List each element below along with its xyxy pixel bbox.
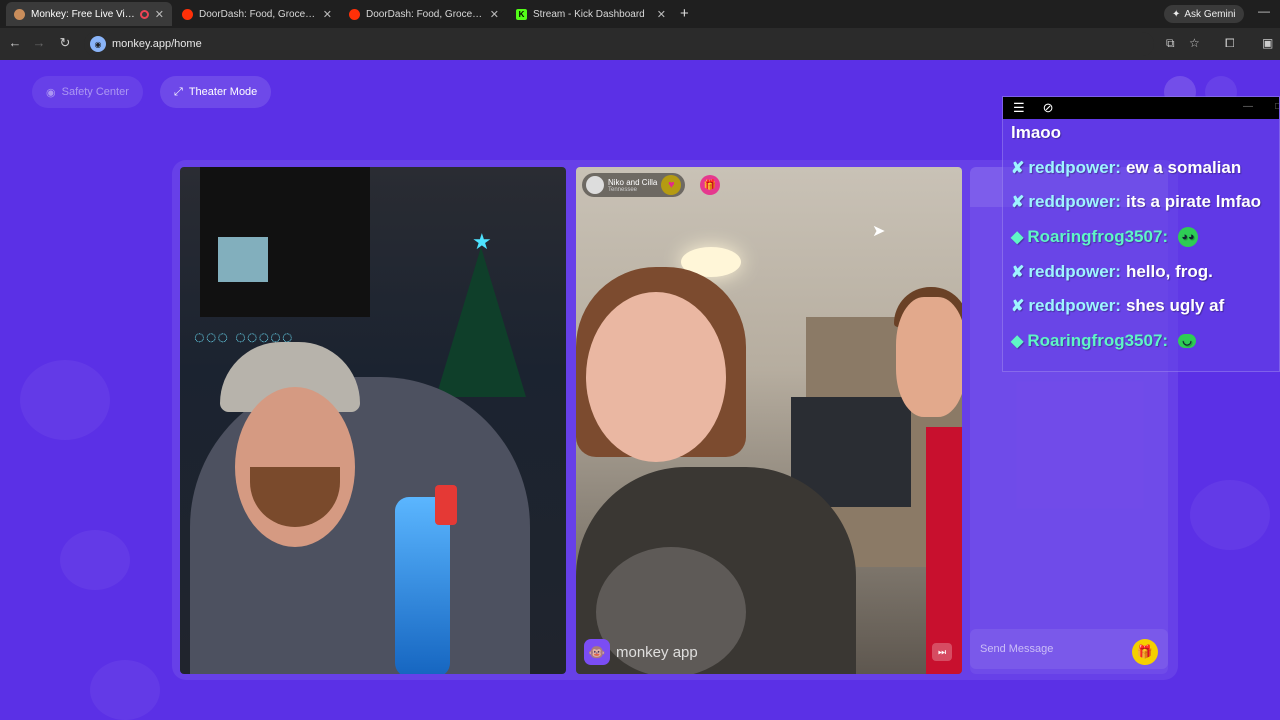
self-video: ◌◌◌ ◌◌◌◌◌ ★	[180, 167, 566, 674]
new-tab-button[interactable]: +	[680, 5, 689, 22]
send-gift-icon[interactable]: 🎁	[1132, 639, 1158, 665]
second-person-shirt	[926, 427, 962, 674]
sword-badge-icon: ✘	[1011, 298, 1025, 315]
watermark-text: monkey app	[616, 643, 698, 661]
sword-badge-icon: ✘	[1011, 264, 1025, 281]
message-username[interactable]: reddpower:	[1028, 158, 1121, 178]
tab-title: Stream - Kick Dashboard	[533, 8, 645, 20]
recording-icon	[139, 9, 149, 19]
theater-mode-button[interactable]: ⤢ Theater Mode	[160, 76, 272, 108]
menu-icon[interactable]: ☰	[1013, 100, 1025, 116]
partner-text: Niko and Cilla Tennessee	[608, 178, 657, 193]
doordash-favicon-icon	[182, 8, 193, 20]
forward-icon[interactable]: →	[30, 35, 48, 50]
heart-icon[interactable]: ♥	[661, 175, 682, 195]
gift-icon[interactable]: 🎁	[700, 175, 720, 195]
message-username[interactable]: reddpower:	[1028, 192, 1121, 212]
monkey-favicon-icon	[14, 8, 25, 20]
chat-message: ✘ reddpower: shes ugly af	[1011, 296, 1224, 316]
monkey-logo-icon: 🐵	[584, 639, 610, 665]
safety-center-label: Safety Center	[61, 86, 129, 98]
chat-message: lmaoo	[1011, 123, 1061, 143]
close-tab-icon[interactable]: ✕	[323, 8, 332, 21]
message-username[interactable]: reddpower:	[1028, 296, 1121, 316]
bookmark-star-icon[interactable]: ☆	[1189, 36, 1200, 50]
tab-doordash-1[interactable]: DoorDash: Food, Grocery and F ✕	[174, 2, 340, 26]
message-username[interactable]: Roaringfrog3507:	[1027, 331, 1168, 351]
background-blob	[90, 660, 160, 720]
chat-message: ◆ Roaringfrog3507: ◡	[1011, 331, 1197, 351]
close-tab-icon[interactable]: ✕	[490, 8, 499, 21]
message-text: lmaoo	[1011, 123, 1062, 142]
ask-gemini-button[interactable]: ✦ Ask Gemini	[1164, 5, 1244, 23]
partner-face	[586, 292, 726, 462]
tab-kick[interactable]: K Stream - Kick Dashboard ✕	[508, 2, 674, 26]
message-text: shes ugly af	[1125, 296, 1225, 315]
install-app-icon[interactable]: ⧉	[1166, 36, 1175, 51]
tab-monkey[interactable]: Monkey: Free Live Video Ch ✕	[6, 2, 172, 26]
overlay-title-bar: ☰ ⊘	[1003, 97, 1279, 119]
minimize-window-icon[interactable]: —	[1258, 4, 1270, 18]
reload-icon[interactable]: ↻	[56, 35, 74, 51]
partner-info-badge[interactable]: Niko and Cilla Tennessee ♥	[582, 173, 686, 197]
ask-gemini-label: Ask Gemini	[1184, 8, 1236, 20]
browser-toolbar: ← → ↻ ◉ monkey.app/home ⧉ ☆ ⧠ ▣	[0, 28, 1280, 60]
diamond-badge-icon: ◆	[1011, 333, 1024, 350]
tab-title: Monkey: Free Live Video Ch	[31, 8, 136, 20]
sword-badge-icon: ✘	[1011, 194, 1025, 211]
message-text: ew a somalian	[1125, 158, 1242, 177]
chat-message: ◆ Roaringfrog3507: ◕◕	[1011, 227, 1199, 247]
sword-badge-icon: ✘	[1011, 160, 1025, 177]
message-username[interactable]: Roaringfrog3507:	[1027, 227, 1168, 247]
tab-title: DoorDash: Food, Grocery and F	[366, 8, 484, 20]
expand-icon: ⤢	[174, 85, 183, 98]
hide-icon[interactable]: ⊘	[1043, 100, 1054, 116]
address-bar[interactable]: ◉ monkey.app/home	[84, 32, 1154, 56]
background-blob	[20, 360, 110, 440]
doordash-favicon-icon	[349, 8, 360, 20]
diamond-badge-icon: ◆	[1011, 229, 1024, 246]
background-blob	[1190, 480, 1270, 550]
monkey-watermark: 🐵 monkey app	[584, 639, 698, 665]
message-text: hello, frog.	[1125, 262, 1213, 281]
side-panel-icon[interactable]: ▣	[1262, 36, 1273, 50]
tab-strip: Monkey: Free Live Video Ch ✕ DoorDash: F…	[0, 0, 1280, 28]
back-icon[interactable]: ←	[6, 35, 24, 50]
kick-favicon-icon: K	[516, 8, 527, 20]
message-text: its a pirate lmfao	[1125, 192, 1262, 211]
tab-doordash-2[interactable]: DoorDash: Food, Grocery and F ✕	[341, 2, 507, 26]
background-blob	[60, 530, 130, 590]
site-info-icon[interactable]: ◉	[90, 36, 106, 52]
close-tab-icon[interactable]: ✕	[155, 8, 164, 21]
chat-message: ✘ reddpower: hello, frog.	[1011, 262, 1213, 282]
mouse-cursor-icon: ➤	[872, 223, 886, 240]
tab-title: DoorDash: Food, Grocery and F	[199, 8, 317, 20]
shield-icon: ◉	[46, 86, 56, 99]
safety-center-button[interactable]: ◉ Safety Center	[32, 76, 143, 108]
tree-star-icon: ★	[472, 229, 492, 254]
spray-nozzle	[435, 485, 457, 525]
close-tab-icon[interactable]: ✕	[657, 8, 666, 21]
second-person-face	[896, 297, 962, 417]
partner-avatar	[586, 176, 604, 194]
partner-video: Niko and Cilla Tennessee ♥ 🎁 ➤ 🐵 monkey …	[576, 167, 962, 674]
chat-message: ✘ reddpower: ew a somalian	[1011, 158, 1241, 178]
message-username[interactable]: reddpower:	[1028, 262, 1121, 282]
christmas-tree	[436, 247, 526, 397]
smile-emote-icon: ◡	[1178, 334, 1197, 348]
overlay-window-controls[interactable]: — □	[1243, 101, 1279, 112]
skip-icon[interactable]: ⏭	[932, 643, 952, 661]
partner-location: Tennessee	[608, 186, 638, 193]
streamer-body	[190, 377, 530, 674]
theater-mode-label: Theater Mode	[188, 86, 258, 98]
frog-emote-icon: ◕◕	[1178, 227, 1199, 247]
url-text: monkey.app/home	[112, 38, 202, 50]
partner-name: Niko and Cilla	[608, 177, 658, 187]
gemini-sparkle-icon: ✦	[1172, 8, 1181, 20]
tv-glow	[218, 237, 268, 282]
chat-message: ✘ reddpower: its a pirate lmfao	[1011, 192, 1261, 212]
kick-chat-overlay: ☰ ⊘ — □ lmaoo ✘ reddpower: ew a somalian…	[1002, 96, 1280, 372]
extensions-icon[interactable]: ⧠	[1225, 36, 1235, 51]
